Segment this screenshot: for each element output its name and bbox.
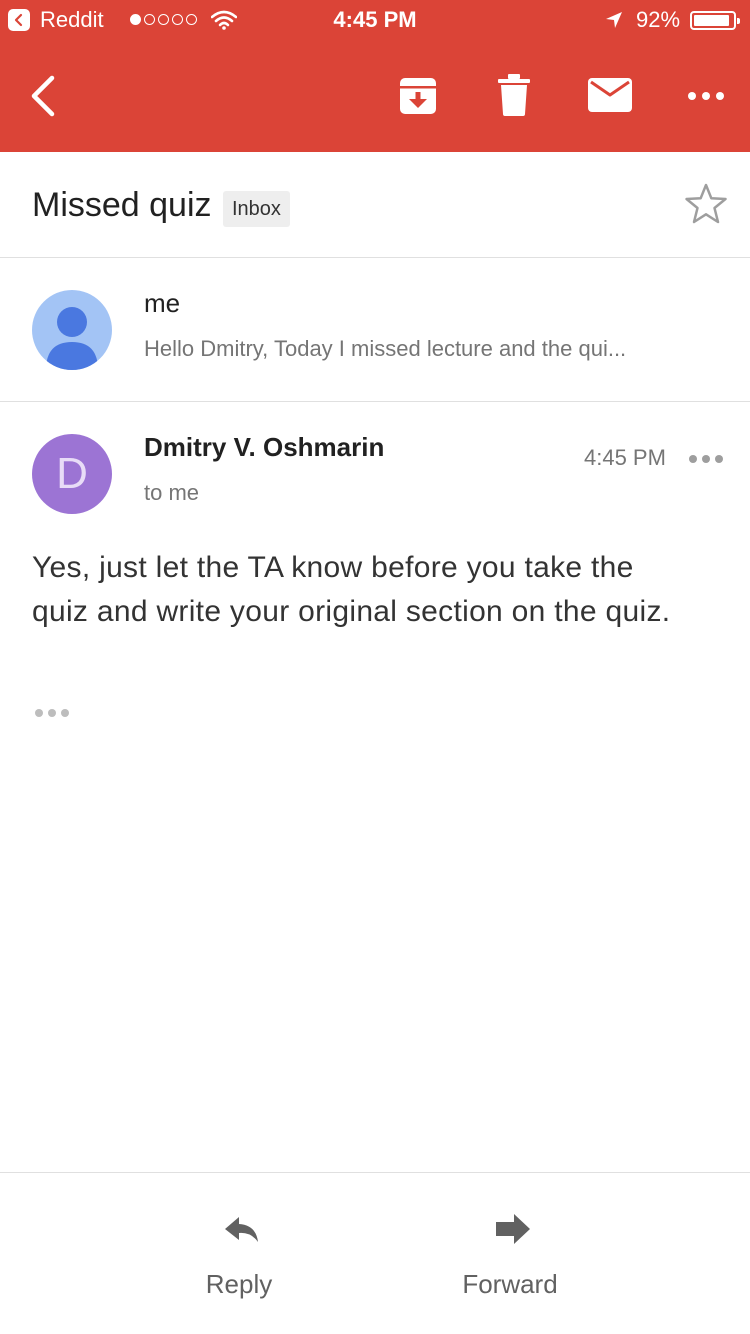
location-icon <box>606 12 622 28</box>
label-chip-inbox[interactable]: Inbox <box>223 191 290 227</box>
reply-label: Reply <box>205 1269 273 1299</box>
avatar-me <box>32 290 112 370</box>
forward-button[interactable]: Forward <box>410 1173 610 1334</box>
collapsed-sender: me <box>144 288 181 318</box>
reply-button[interactable]: Reply <box>139 1173 339 1334</box>
show-quoted-text-icon[interactable] <box>34 708 70 718</box>
reply-icon <box>225 1217 258 1242</box>
subject-row: Missed quiz Inbox <box>0 152 750 258</box>
more-options-icon[interactable] <box>686 88 726 104</box>
person-icon <box>46 307 98 370</box>
message-time: 4:45 PM <box>584 445 666 470</box>
thread-subject: Missed quiz <box>32 186 212 224</box>
status-bar: Reddit 4:45 PM 92% <box>0 0 750 40</box>
sender-name: Dmitry V. Oshmarin <box>144 432 385 462</box>
forward-label: Forward <box>462 1269 558 1299</box>
app-header: Reddit 4:45 PM 92% <box>0 0 750 152</box>
collapsed-message[interactable]: me Hello Dmitry, Today I missed lecture … <box>0 258 750 402</box>
message-body: Yes, just let the TA know before you tak… <box>32 551 671 628</box>
expanded-message: D Dmitry V. Oshmarin to me 4:45 PM Yes, … <box>0 402 750 1172</box>
battery-icon <box>690 11 740 30</box>
mark-unread-icon[interactable] <box>588 78 632 112</box>
bottom-action-bar: Reply Forward <box>0 1172 750 1334</box>
avatar-sender: D <box>32 434 112 514</box>
delete-icon[interactable] <box>498 74 530 116</box>
message-more-icon[interactable] <box>688 454 724 464</box>
forward-icon <box>496 1214 530 1244</box>
back-icon[interactable] <box>26 72 62 120</box>
recipient-details[interactable]: to me <box>144 480 199 506</box>
battery-percent: 92% <box>636 7 681 32</box>
archive-icon[interactable] <box>398 76 438 116</box>
message-snippet: Hello Dmitry, Today I missed lecture and… <box>144 336 627 361</box>
star-icon[interactable] <box>684 182 728 226</box>
